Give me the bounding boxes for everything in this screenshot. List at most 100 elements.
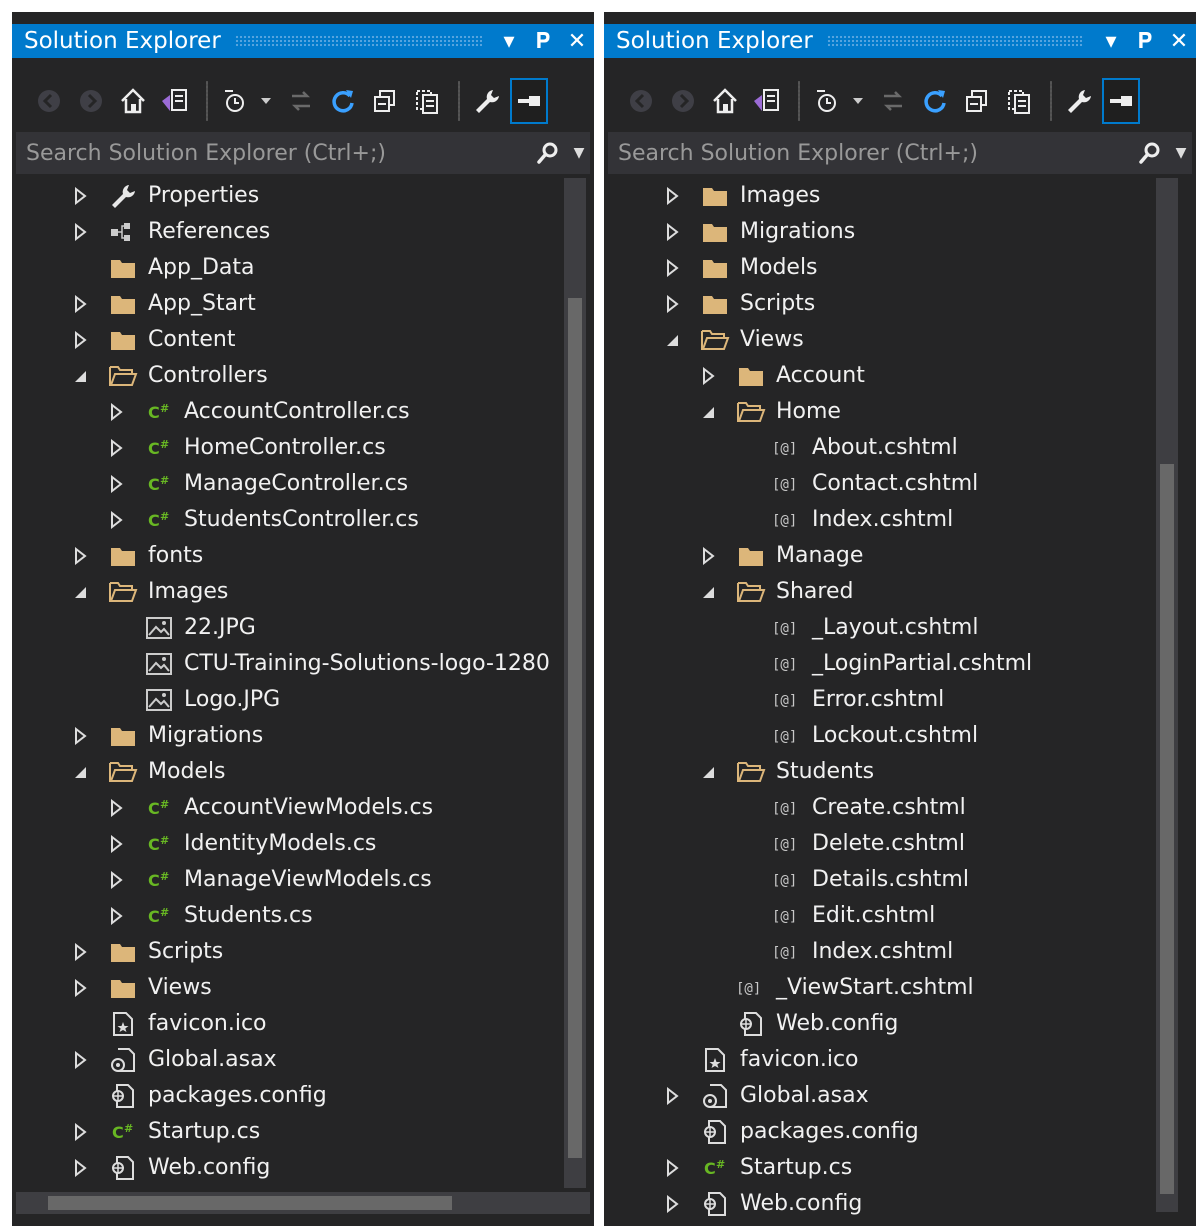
tree-item[interactable]: [@] Index.cshtml — [604, 502, 1144, 538]
pin-icon[interactable]: 𝐏 — [1128, 29, 1162, 54]
tree-item[interactable]: Controllers — [12, 358, 552, 394]
pending-changes-icon[interactable] — [216, 78, 254, 124]
refresh-icon[interactable] — [324, 78, 362, 124]
properties-wrench-icon[interactable] — [1060, 78, 1098, 124]
tree-item[interactable]: Scripts — [12, 934, 552, 970]
tree-item[interactable]: Properties — [12, 178, 552, 214]
scrollbar-thumb[interactable] — [568, 298, 582, 1158]
tree-item[interactable]: [@] _ViewStart.cshtml — [604, 970, 1144, 1006]
tree-item[interactable]: Views — [604, 322, 1144, 358]
tree-item[interactable]: [@] Error.cshtml — [604, 682, 1144, 718]
sync-icon[interactable] — [874, 78, 912, 124]
expand-arrow-icon[interactable] — [70, 978, 90, 998]
collapse-arrow-icon[interactable] — [70, 366, 90, 386]
tree-item[interactable]: Home — [604, 394, 1144, 430]
expand-arrow-icon[interactable] — [70, 1158, 90, 1178]
title-bar[interactable]: Solution Explorer ▾ 𝐏 ✕ — [604, 24, 1196, 58]
scrollbar-thumb[interactable] — [48, 1196, 452, 1210]
expand-arrow-icon[interactable] — [106, 834, 126, 854]
home-icon[interactable] — [706, 78, 744, 124]
expand-arrow-icon[interactable] — [70, 294, 90, 314]
expand-arrow-icon[interactable] — [106, 438, 126, 458]
expand-arrow-icon[interactable] — [70, 186, 90, 206]
tree-item[interactable]: Migrations — [604, 214, 1144, 250]
vertical-scrollbar[interactable] — [564, 178, 586, 1188]
collapse-arrow-icon[interactable] — [70, 762, 90, 782]
window-position-dropdown-icon[interactable]: ▾ — [1094, 29, 1128, 54]
tree-item[interactable]: Manage — [604, 538, 1144, 574]
expand-arrow-icon[interactable] — [698, 366, 718, 386]
expand-arrow-icon[interactable] — [70, 222, 90, 242]
tree-item[interactable]: Scripts — [604, 286, 1144, 322]
tree-item[interactable]: C # IdentityModels.cs — [12, 826, 552, 862]
expand-arrow-icon[interactable] — [662, 258, 682, 278]
collapse-arrow-icon[interactable] — [698, 402, 718, 422]
tree-item[interactable]: Images — [604, 178, 1144, 214]
tree-item[interactable]: C # Students.cs — [12, 898, 552, 934]
expand-arrow-icon[interactable] — [106, 510, 126, 530]
switch-views-icon[interactable] — [748, 78, 786, 124]
tree-item[interactable]: packages.config — [12, 1078, 552, 1114]
collapse-arrow-icon[interactable] — [70, 582, 90, 602]
close-icon[interactable]: ✕ — [1162, 29, 1196, 54]
tree-item[interactable]: Views — [12, 970, 552, 1006]
collapse-all-icon[interactable] — [366, 78, 404, 124]
back-icon[interactable] — [30, 78, 68, 124]
expand-arrow-icon[interactable] — [662, 1158, 682, 1178]
tree-item[interactable]: C # AccountViewModels.cs — [12, 790, 552, 826]
tree-item[interactable]: C # HomeController.cs — [12, 430, 552, 466]
tree-item[interactable]: 22.JPG — [12, 610, 552, 646]
collapse-arrow-icon[interactable] — [698, 762, 718, 782]
tree-item[interactable]: C # ManageViewModels.cs — [12, 862, 552, 898]
expand-arrow-icon[interactable] — [698, 546, 718, 566]
search-input[interactable] — [16, 139, 528, 167]
search-icon[interactable] — [528, 132, 568, 174]
tree-item[interactable]: C # Startup.cs — [12, 1114, 552, 1150]
tree-item[interactable]: Global.asax — [12, 1042, 552, 1078]
pin-icon[interactable]: 𝐏 — [526, 29, 560, 54]
sync-icon[interactable] — [282, 78, 320, 124]
pending-changes-icon[interactable] — [808, 78, 846, 124]
tree-item[interactable]: Content — [12, 322, 552, 358]
expand-arrow-icon[interactable] — [70, 1122, 90, 1142]
preview-selected-items-icon[interactable] — [1102, 78, 1140, 124]
expand-arrow-icon[interactable] — [70, 330, 90, 350]
tree-item[interactable]: Shared — [604, 574, 1144, 610]
tree-item[interactable]: Students — [604, 754, 1144, 790]
tree-item[interactable]: [@] Index.cshtml — [604, 934, 1144, 970]
back-icon[interactable] — [622, 78, 660, 124]
tree-item[interactable]: App_Data — [12, 250, 552, 286]
expand-arrow-icon[interactable] — [106, 870, 126, 890]
tree-item[interactable]: Logo.JPG — [12, 682, 552, 718]
forward-icon[interactable] — [664, 78, 702, 124]
tree-item[interactable]: App_Start — [12, 286, 552, 322]
refresh-icon[interactable] — [916, 78, 954, 124]
tree-item[interactable]: CTU-Training-Solutions-logo-1280 — [12, 646, 552, 682]
expand-arrow-icon[interactable] — [106, 906, 126, 926]
expand-arrow-icon[interactable] — [662, 1194, 682, 1214]
expand-arrow-icon[interactable] — [662, 294, 682, 314]
search-options-dropdown-icon[interactable]: ▼ — [1170, 145, 1192, 161]
search-options-dropdown-icon[interactable]: ▼ — [568, 145, 590, 161]
expand-arrow-icon[interactable] — [70, 726, 90, 746]
vertical-scrollbar[interactable] — [1156, 178, 1178, 1212]
horizontal-scrollbar[interactable] — [16, 1192, 590, 1214]
tree-item[interactable]: fonts — [12, 538, 552, 574]
tree-item[interactable]: [@] About.cshtml — [604, 430, 1144, 466]
scrollbar-thumb[interactable] — [1160, 464, 1174, 1194]
properties-wrench-icon[interactable] — [468, 78, 506, 124]
tree-item[interactable]: [@] _Layout.cshtml — [604, 610, 1144, 646]
window-position-dropdown-icon[interactable]: ▾ — [492, 29, 526, 54]
tree-item[interactable]: References — [12, 214, 552, 250]
tree-item[interactable]: Web.config — [12, 1150, 552, 1186]
search-input[interactable] — [608, 139, 1130, 167]
expand-arrow-icon[interactable] — [106, 474, 126, 494]
expand-arrow-icon[interactable] — [70, 546, 90, 566]
collapse-all-icon[interactable] — [958, 78, 996, 124]
tree-item[interactable]: Web.config — [604, 1006, 1144, 1042]
title-bar[interactable]: Solution Explorer ▾ 𝐏 ✕ — [12, 24, 594, 58]
collapse-arrow-icon[interactable] — [698, 582, 718, 602]
search-icon[interactable] — [1130, 132, 1170, 174]
close-icon[interactable]: ✕ — [560, 29, 594, 54]
expand-arrow-icon[interactable] — [106, 402, 126, 422]
